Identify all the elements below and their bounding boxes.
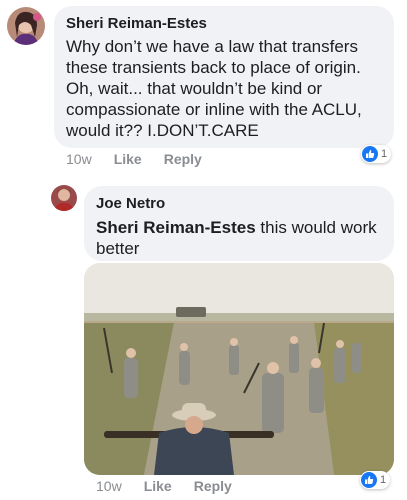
reply-button[interactable]: Reply: [194, 478, 232, 494]
comment-bubble-1: Sheri Reiman-Estes Why don’t we have a l…: [54, 6, 394, 148]
avatar-sheri[interactable]: [7, 7, 45, 45]
comment-text-line: compassionate or inline with the ACLU,: [66, 100, 362, 119]
comment-actions-1: 10w Like Reply: [66, 151, 224, 167]
comment-text-line: would it?? I.DON’T.CARE: [66, 121, 259, 140]
comment-author[interactable]: Sheri Reiman-Estes: [66, 15, 207, 32]
comment-text-line: these transients back to place of origin…: [66, 58, 361, 77]
reaction-count: 1: [381, 148, 388, 160]
comment-text-line: better: [96, 239, 140, 258]
comment-text-line: Why don’t we have a law that transfers: [66, 37, 358, 56]
mention-link[interactable]: Sheri Reiman-Estes: [96, 218, 256, 237]
comment-bubble-2: Joe Netro Sheri Reiman-Estes this would …: [84, 186, 394, 261]
comment-photo[interactable]: [84, 263, 394, 475]
reply-button[interactable]: Reply: [164, 151, 202, 167]
reaction-badge[interactable]: 1: [360, 471, 391, 489]
reaction-count: 1: [380, 474, 387, 486]
comment-text-line: Sheri Reiman-Estes this would work: [96, 217, 391, 238]
thumbs-up-icon: [361, 472, 377, 488]
comment-text-fragment: this would work: [255, 218, 377, 237]
thumbs-up-icon: [362, 146, 378, 162]
comment-author[interactable]: Joe Netro: [96, 195, 165, 212]
reaction-badge[interactable]: 1: [361, 145, 392, 163]
comment-actions-2: 10w Like Reply: [96, 478, 254, 494]
comment-text: Why don’t we have a law that transfers t…: [66, 36, 391, 141]
timestamp[interactable]: 10w: [96, 478, 122, 494]
comment-text: Sheri Reiman-Estes this would work bette…: [96, 217, 391, 259]
avatar-joe[interactable]: [51, 185, 77, 211]
like-button[interactable]: Like: [144, 478, 172, 494]
like-button[interactable]: Like: [114, 151, 142, 167]
comment-text-line: Oh, wait... that wouldn’t be kind or: [66, 79, 323, 98]
timestamp[interactable]: 10w: [66, 151, 92, 167]
